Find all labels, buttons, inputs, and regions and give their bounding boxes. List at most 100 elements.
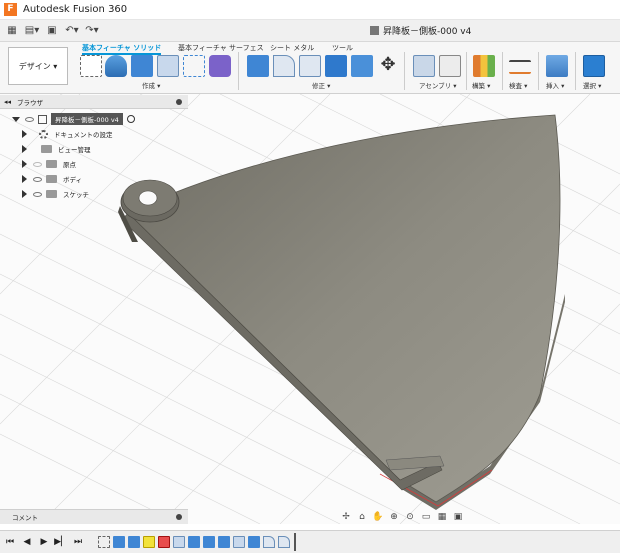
offset-plane-icon[interactable] <box>473 55 495 77</box>
orbit-icon[interactable]: ✢ <box>340 511 352 523</box>
assemble-group-label[interactable]: アセンブリ ▾ <box>419 80 457 90</box>
hidden-eye-icon[interactable] <box>33 161 42 167</box>
step-back-icon[interactable]: ◀ <box>20 535 34 549</box>
ribbon-divider <box>538 52 539 90</box>
tab-solid[interactable]: 基本フィーチャ ソリッド <box>82 43 162 55</box>
timeline-fillet-icon[interactable] <box>278 536 290 548</box>
collapse-icon[interactable]: ◂◂ <box>4 98 11 106</box>
select-group-label[interactable]: 選択 ▾ <box>583 80 601 90</box>
create-group-label[interactable]: 作成 ▾ <box>142 80 160 90</box>
zoom-icon[interactable]: ⊕ <box>388 511 400 523</box>
expand-arrow-icon[interactable] <box>22 175 27 183</box>
timeline-extrude-icon[interactable] <box>128 536 140 548</box>
expand-arrow-icon[interactable] <box>22 160 27 168</box>
play-icon[interactable]: ▶ <box>37 535 51 549</box>
form-icon[interactable] <box>209 55 231 77</box>
folder-icon <box>46 160 57 168</box>
browser-item-document-settings[interactable]: ドキュメントの設定 <box>22 127 113 141</box>
browser-options-icon[interactable] <box>176 98 182 105</box>
combine-icon[interactable] <box>325 55 347 77</box>
file-menu-icon[interactable]: ▤▾ <box>24 23 40 39</box>
measure-icon[interactable] <box>509 60 531 74</box>
save-icon[interactable]: ▣ <box>44 23 60 39</box>
browser-header: ◂◂ ブラウザ <box>0 95 188 109</box>
tab-sheet-metal[interactable]: シート メタル <box>270 43 314 53</box>
timeline-fillet-icon[interactable] <box>173 536 185 548</box>
timeline-fillet-icon[interactable] <box>263 536 275 548</box>
undo-icon[interactable]: ↶▾ <box>64 23 80 39</box>
comments-bar[interactable]: コメント <box>0 509 188 524</box>
add-comment-icon[interactable] <box>176 514 182 520</box>
timeline-hole-icon[interactable] <box>233 536 245 548</box>
visibility-eye-icon[interactable] <box>25 116 34 122</box>
construct-group-label[interactable]: 構築 ▾ <box>472 80 490 90</box>
browser-title: ブラウザ <box>17 98 44 107</box>
timeline-feature-error-icon[interactable] <box>158 536 170 548</box>
select-arrow-icon[interactable] <box>583 55 605 77</box>
browser-root-item[interactable]: 昇降板－側板-000 v4 <box>12 112 135 126</box>
insert-image-icon[interactable] <box>546 55 568 77</box>
expand-arrow-icon[interactable] <box>22 190 27 198</box>
extrude-icon[interactable] <box>105 55 127 77</box>
visibility-eye-icon[interactable] <box>33 191 42 197</box>
activate-radio-icon[interactable] <box>126 115 135 123</box>
folder-icon <box>46 175 57 183</box>
browser-item-bodies[interactable]: ボディ <box>22 172 82 186</box>
navigation-bar: ✢ ⌂ ✋ ⊕ ⊙ ▭ ▦ ▣ <box>340 509 500 524</box>
timeline-extrude-icon[interactable] <box>188 536 200 548</box>
look-at-icon[interactable]: ⌂ <box>356 511 368 523</box>
display-settings-icon[interactable]: ▭ <box>420 511 432 523</box>
browser-item-label: スケッチ <box>63 191 89 199</box>
browser-panel: ◂◂ ブラウザ 昇降板－側板-000 v4 ドキュメントの設定 ビュー管理 原点… <box>0 95 188 203</box>
timeline-marker[interactable] <box>294 533 296 551</box>
document-title: 昇降板－側板-000 v4 <box>383 27 472 37</box>
app-title: Autodesk Fusion 360 <box>23 4 128 15</box>
folder-icon <box>46 190 57 198</box>
move-icon[interactable]: ✥ <box>377 55 399 77</box>
app-grid-icon[interactable]: ▦ <box>4 23 20 39</box>
redo-icon[interactable]: ↷▾ <box>84 23 100 39</box>
visibility-eye-icon[interactable] <box>33 176 42 182</box>
fillet-icon[interactable] <box>273 55 295 77</box>
timeline-sketch-icon[interactable] <box>98 536 110 548</box>
step-forward-icon[interactable]: ▶▏ <box>54 535 68 549</box>
modify-group-label[interactable]: 修正 ▾ <box>312 80 330 90</box>
tab-surface[interactable]: 基本フィーチャ サーフェス <box>178 43 264 53</box>
timeline-extrude-icon[interactable] <box>113 536 125 548</box>
hole-icon[interactable] <box>157 55 179 77</box>
timeline-extrude-icon[interactable] <box>218 536 230 548</box>
inspect-group-label[interactable]: 検査 ▾ <box>509 80 527 90</box>
browser-item-origin[interactable]: 原点 <box>22 157 76 171</box>
pan-icon[interactable]: ✋ <box>372 511 384 523</box>
expand-arrow-icon[interactable] <box>22 130 27 138</box>
cube-icon <box>370 26 379 35</box>
document-tab[interactable]: 昇降板－側板-000 v4 <box>370 24 471 37</box>
joint-icon[interactable] <box>439 55 461 77</box>
fit-icon[interactable]: ⊙ <box>404 511 416 523</box>
grid-settings-icon[interactable]: ▦ <box>436 511 448 523</box>
shell-icon[interactable] <box>299 55 321 77</box>
timeline-extrude-icon[interactable] <box>203 536 215 548</box>
press-pull-icon[interactable] <box>247 55 269 77</box>
timeline-feature-highlighted-icon[interactable] <box>143 536 155 548</box>
pattern-icon[interactable] <box>183 55 205 77</box>
revolve-icon[interactable] <box>131 55 153 77</box>
root-component-name[interactable]: 昇降板－側板-000 v4 <box>51 113 123 125</box>
insert-group-label[interactable]: 挿入 ▾ <box>546 80 564 90</box>
browser-item-named-views[interactable]: ビュー管理 <box>22 142 91 156</box>
go-to-end-icon[interactable]: ⏭ <box>71 535 85 549</box>
viewports-icon[interactable]: ▣ <box>452 511 464 523</box>
create-sketch-icon[interactable] <box>80 55 102 77</box>
timeline-extrude-icon[interactable] <box>248 536 260 548</box>
tab-tools[interactable]: ツール <box>332 43 353 53</box>
expand-arrow-icon[interactable] <box>12 116 20 122</box>
offset-face-icon[interactable] <box>351 55 373 77</box>
new-component-icon[interactable] <box>413 55 435 77</box>
go-to-start-icon[interactable]: ⏮ <box>3 535 17 549</box>
browser-item-sketches[interactable]: スケッチ <box>22 187 89 201</box>
workspace-switcher-button[interactable]: デザイン ▾ <box>8 47 68 85</box>
part-top-face[interactable] <box>127 114 561 503</box>
browser-item-label: ビュー管理 <box>58 146 91 154</box>
expand-arrow-icon[interactable] <box>22 145 27 153</box>
title-bar: F Autodesk Fusion 360 <box>0 0 620 20</box>
